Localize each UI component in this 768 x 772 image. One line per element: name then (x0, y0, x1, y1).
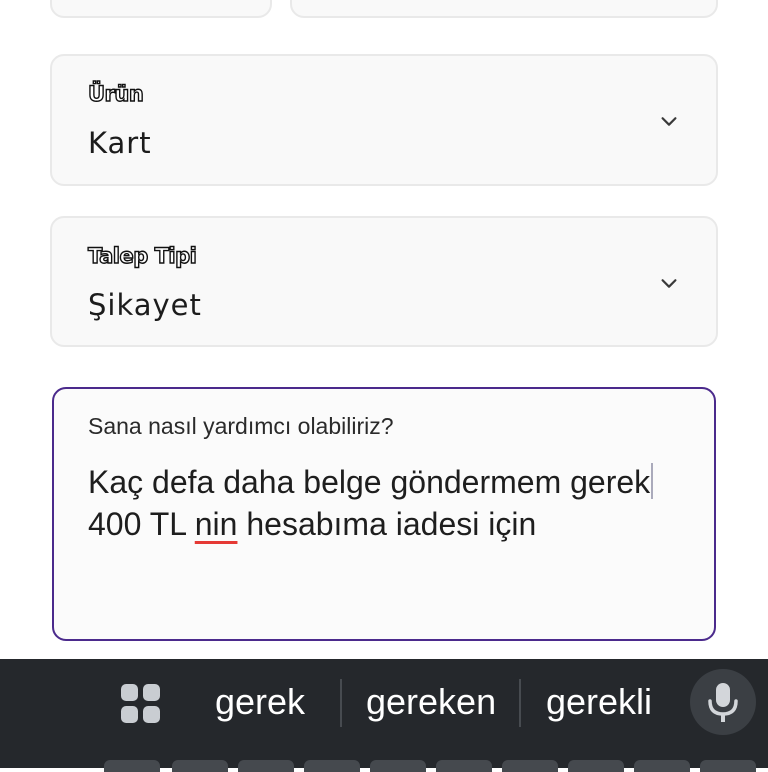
key[interactable] (304, 760, 360, 772)
product-select[interactable]: Ürün Kart (50, 54, 718, 186)
message-text-part3: hesabıma iadesi için (237, 506, 537, 542)
product-value: Kart (88, 126, 152, 160)
top-right-field[interactable] (290, 0, 718, 18)
key[interactable] (238, 760, 294, 772)
misspelled-word[interactable]: nin (195, 506, 238, 542)
key[interactable] (436, 760, 492, 772)
key[interactable] (104, 760, 160, 772)
apps-grid-icon[interactable] (120, 683, 162, 725)
key[interactable] (370, 760, 426, 772)
key[interactable] (700, 760, 756, 772)
key[interactable] (502, 760, 558, 772)
suggestion-divider (340, 679, 342, 727)
chevron-down-icon (661, 279, 677, 288)
message-text[interactable]: Kaç defa daha belge göndermem gerek 400 … (88, 461, 698, 545)
message-text-part1: Kaç defa daha belge göndermem gerek (88, 464, 651, 500)
text-cursor (651, 463, 654, 499)
keyboard: gerek gereken gerekli (0, 659, 768, 768)
message-label: Sana nasıl yardımcı olabiliriz? (88, 413, 394, 439)
microphone-icon (708, 683, 738, 722)
request-type-value: Şikayet (88, 288, 202, 322)
keyboard-key-row (0, 760, 768, 772)
voice-input-button[interactable] (690, 669, 756, 735)
product-label: Ürün (87, 81, 144, 106)
key[interactable] (634, 760, 690, 772)
key[interactable] (568, 760, 624, 772)
message-textarea[interactable]: Sana nasıl yardımcı olabiliriz? Kaç defa… (52, 387, 716, 641)
suggestion-divider (519, 679, 521, 727)
top-left-field[interactable] (50, 0, 272, 18)
request-type-select[interactable]: Talep Tipi Şikayet (50, 216, 718, 347)
message-text-part2: 400 TL (88, 506, 195, 542)
suggestion-2[interactable]: gereken (366, 681, 496, 723)
chevron-down-icon (661, 117, 677, 126)
suggestion-1[interactable]: gerek (215, 681, 305, 723)
request-type-label: Talep Tipi (87, 243, 197, 268)
suggestion-3[interactable]: gerekli (546, 681, 652, 723)
key[interactable] (172, 760, 228, 772)
